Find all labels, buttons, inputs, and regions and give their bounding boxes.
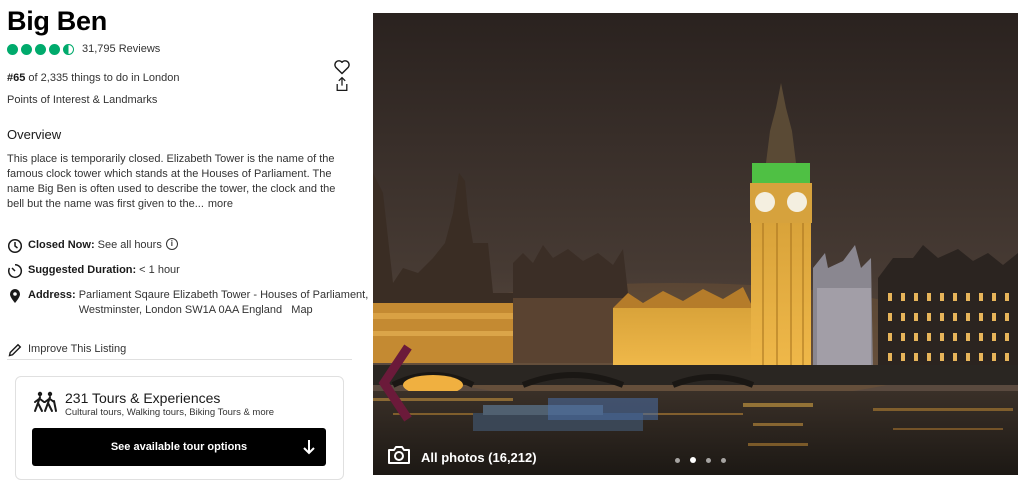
address-row: Address: Parliament Sqaure Elizabeth Tow… (7, 288, 379, 318)
duration-label: Suggested Duration: (28, 264, 137, 276)
tours-subtitle: Cultural tours, Walking tours, Biking To… (65, 407, 275, 418)
hiker-icon (34, 391, 57, 412)
attraction-title: Big Ben (7, 6, 107, 36)
duration-row: Suggested Duration: < 1 hour (7, 263, 180, 279)
hours-label: Closed Now: (28, 239, 95, 251)
map-link[interactable]: Map (291, 304, 312, 316)
overview-body: This place is temporarily closed. Elizab… (7, 153, 336, 210)
improve-listing-row[interactable]: Improve This Listing (7, 342, 126, 358)
pencil-icon (8, 343, 22, 357)
tours-card: 231 Tours & Experiences Cultural tours, … (15, 376, 344, 480)
carousel-dots (675, 457, 726, 463)
arrow-down-icon (303, 440, 315, 455)
carousel-dot[interactable] (675, 457, 680, 463)
heart-icon[interactable] (333, 59, 351, 75)
rating-row[interactable]: 31,795 Reviews (7, 43, 160, 55)
read-more-link[interactable]: more (208, 198, 233, 210)
all-photos-link[interactable]: All photos (16,212) (421, 450, 537, 465)
address-text: Parliament Sqaure Elizabeth Tower - Hous… (79, 288, 379, 318)
carousel-dot[interactable] (721, 457, 726, 463)
rating-bubble (21, 43, 32, 55)
duration-value: < 1 hour (139, 264, 180, 276)
hours-row: Closed Now: See all hours i (7, 238, 178, 254)
category-link[interactable]: Points of Interest & Landmarks (7, 94, 157, 106)
chevron-left-icon[interactable] (378, 343, 412, 423)
camera-icon[interactable] (387, 445, 411, 465)
share-icon[interactable] (334, 76, 350, 92)
big-ben-photo-image (373, 13, 1018, 475)
timer-icon (8, 263, 23, 279)
divider (7, 359, 352, 360)
clock-icon (7, 238, 23, 254)
rating-bubble (49, 43, 60, 55)
tour-button-label: See available tour options (110, 441, 248, 453)
tours-title: 231 Tours & Experiences (65, 390, 221, 406)
carousel-dot-active[interactable] (690, 457, 696, 463)
address-value: Parliament Sqaure Elizabeth Tower - Hous… (78, 289, 369, 316)
attraction-details-panel: Big Ben 31,795 Reviews #65 of 2,335 thin… (0, 0, 368, 481)
improve-listing-link[interactable]: Improve This Listing (28, 342, 126, 358)
overview-heading: Overview (7, 127, 62, 142)
location-pin-icon (10, 289, 20, 303)
hero-photo[interactable]: All photos (16,212) (373, 13, 1018, 475)
overview-text: This place is temporarily closed. Elizab… (7, 152, 347, 212)
see-tour-options-button[interactable]: See available tour options (32, 428, 326, 466)
ranking-text[interactable]: #65 of 2,335 things to do in London (7, 72, 180, 84)
rank-number: #65 (7, 72, 26, 84)
review-count-link[interactable]: 31,795 Reviews (82, 43, 160, 55)
see-all-hours-link[interactable]: See all hours (98, 238, 162, 254)
rating-bubble-half (63, 43, 74, 55)
rating-bubble (35, 43, 46, 55)
address-label: Address: (28, 289, 76, 301)
rank-description: of 2,335 things to do in London (28, 72, 180, 84)
rating-bubble (7, 43, 18, 55)
carousel-dot[interactable] (706, 457, 711, 463)
info-icon[interactable]: i (165, 238, 178, 250)
